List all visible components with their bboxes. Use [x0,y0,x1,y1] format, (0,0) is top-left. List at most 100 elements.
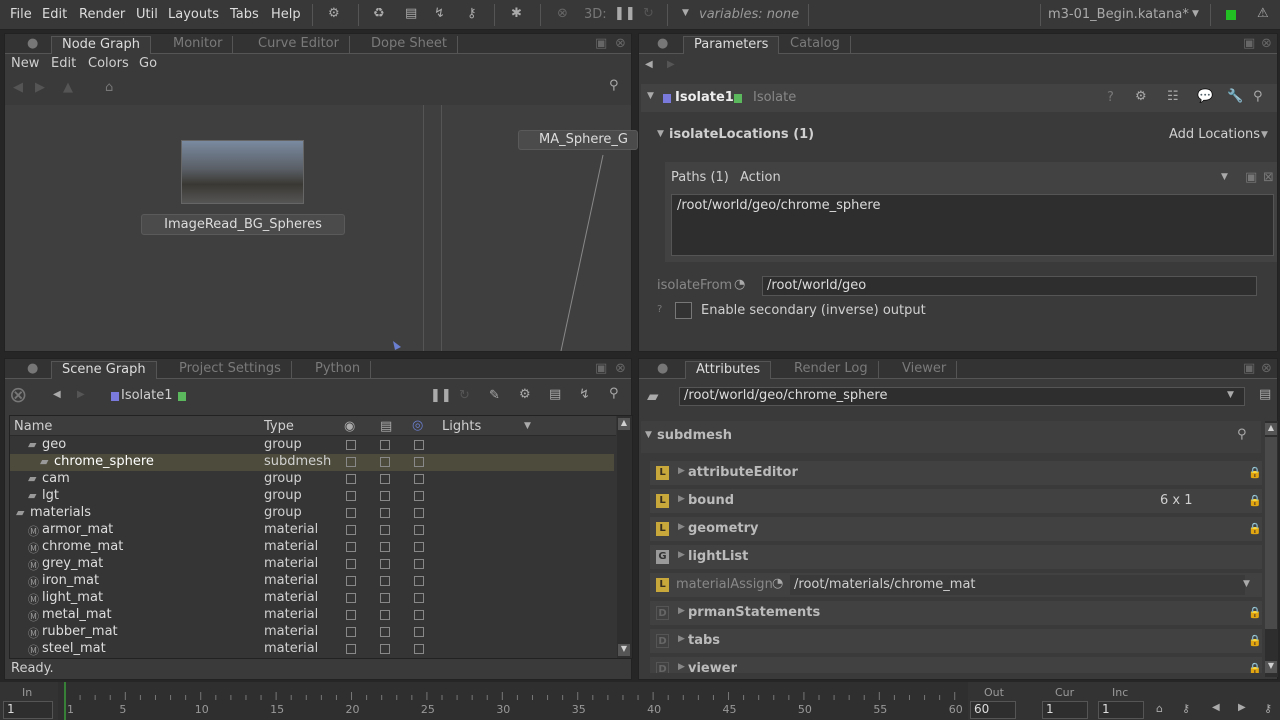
expand-icon[interactable]: ▶ [678,550,685,560]
working-set-checkbox[interactable] [414,627,424,637]
tree-row[interactable]: Ⓜ iron_mat material [10,573,614,590]
tab-dope-sheet[interactable]: Dope Sheet [361,36,458,54]
expand-icon[interactable]: ▶ [678,494,685,504]
visibility-checkbox[interactable] [346,440,356,450]
node-graph-canvas[interactable]: ImageRead_BG_Spheres MA_Sphere_G [5,105,638,351]
node-ma-sphere[interactable]: MA_Sphere_G [518,130,638,150]
render-checkbox[interactable] [380,559,390,569]
render-checkbox[interactable] [380,627,390,637]
chevron-down-icon[interactable]: ▼ [524,421,531,431]
lock-icon[interactable]: 🔒 [1248,606,1262,619]
hierarchy-icon[interactable]: ☷ [1167,89,1179,104]
atom-icon[interactable]: ✱ [511,6,522,21]
render-checkbox[interactable] [380,491,390,501]
pin-icon[interactable]: ● [657,361,668,376]
stop-icon[interactable]: ⊗ [557,6,568,21]
menu-tabs[interactable]: Tabs [230,7,259,22]
pause-icon[interactable]: ❚❚ [430,388,452,403]
attribute-row[interactable]: G ▶ lightList [650,545,1262,569]
cur-field[interactable]: 1 [1042,701,1088,719]
forward-icon[interactable]: ▶ [667,59,675,70]
visibility-checkbox[interactable] [346,542,356,552]
tab-python[interactable]: Python [305,361,372,379]
pin-icon[interactable]: ● [657,36,668,51]
chevron-down-icon[interactable]: ▼ [1227,390,1234,400]
help-icon[interactable]: ? [1107,90,1114,105]
expand-icon[interactable]: ▶ [678,662,685,672]
collapse-icon[interactable]: ▼ [647,91,654,101]
working-set-checkbox[interactable] [414,593,424,603]
tree-row[interactable]: Ⓜ metal_mat material [10,607,614,624]
menu-edit[interactable]: Edit [42,7,67,22]
expand-icon[interactable]: ▶ [678,606,685,616]
material-assign-field[interactable]: /root/materials/chrome_mat [790,575,1245,595]
attribute-row[interactable]: D ▶ prmanStatements 🔒 [650,601,1262,625]
chevron-down-icon[interactable]: ▼ [1221,172,1228,182]
attribute-row[interactable]: LmaterialAssign ◔ /root/materials/chrome… [650,573,1262,597]
in-field[interactable]: 1 [3,701,53,719]
forward-icon[interactable]: ▶ [35,80,45,95]
attribute-row[interactable]: L ▶ geometry 🔒 [650,517,1262,541]
search-icon[interactable]: ⚲ [609,78,619,93]
menu-layouts[interactable]: Layouts [168,7,219,22]
float-icon[interactable]: ▣ [595,361,607,376]
menu-go[interactable]: Go [139,56,157,71]
tree-row[interactable]: ▰ geo group [10,437,614,454]
attribute-row[interactable]: D ▶ viewer 🔒 [650,657,1262,673]
attribute-row[interactable]: D ▶ tabs 🔒 [650,629,1262,653]
node-name[interactable]: Isolate1 [675,90,734,105]
recycle-icon[interactable]: ♻ [373,6,385,21]
visibility-checkbox[interactable] [346,508,356,518]
tab-node-graph[interactable]: Node Graph [51,36,151,54]
visibility-icon[interactable]: ◉ [344,419,355,434]
working-set-checkbox[interactable] [414,457,424,467]
scrollbar[interactable]: ▲ ▼ [617,416,632,658]
tab-catalog[interactable]: Catalog [780,36,851,54]
forward-icon[interactable]: ▶ [77,389,85,400]
collapse-icon[interactable]: ▼ [657,129,664,139]
project-dropdown[interactable]: m3-01_Begin.katana* [1048,7,1189,22]
add-locations-button[interactable]: Add Locations [1169,127,1260,142]
secondary-output-checkbox[interactable] [675,302,692,319]
pause-icon[interactable]: ❚❚ [614,6,636,21]
float-icon[interactable]: ▣ [1245,170,1257,185]
chevron-down-icon[interactable]: ▼ [1261,130,1268,140]
search-icon[interactable]: ⚲ [1253,89,1263,104]
link-icon[interactable]: ◔ [772,576,783,591]
variables-dropdown[interactable]: variables: none [699,7,799,22]
lock-icon[interactable]: 🔒 [1248,522,1262,535]
visibility-checkbox[interactable] [346,491,356,501]
working-set-checkbox[interactable] [414,474,424,484]
tiles-icon[interactable]: ▰ [647,387,659,405]
render-checkbox[interactable] [380,474,390,484]
back-icon[interactable]: ◀ [645,59,653,70]
render-icon[interactable]: ▤ [380,419,392,434]
visibility-checkbox[interactable] [346,610,356,620]
render-checkbox[interactable] [380,457,390,467]
menu-colors[interactable]: Colors [88,56,129,71]
render-region-icon[interactable]: ↯ [579,387,590,402]
render-checkbox[interactable] [380,525,390,535]
float-icon[interactable]: ▣ [595,36,607,51]
action-header[interactable]: Action [740,170,781,185]
wrench-icon[interactable]: 🔧 [1227,89,1243,104]
working-set-checkbox[interactable] [414,559,424,569]
render-checkbox[interactable] [380,508,390,518]
home-icon[interactable]: ⌂ [1156,702,1163,715]
prev-key-icon[interactable]: ⚷ [1182,702,1190,715]
clapper-icon[interactable]: ▤ [549,387,561,402]
refresh-icon[interactable]: ↻ [459,388,470,403]
expand-icon[interactable]: ▶ [678,634,685,644]
tree-row[interactable]: Ⓜ armor_mat material [10,522,614,539]
render-checkbox[interactable] [380,542,390,552]
tab-parameters[interactable]: Parameters [683,36,780,54]
menu-render[interactable]: Render [79,7,125,22]
scrollbar[interactable]: ▲ ▼ [1265,421,1278,677]
working-set-checkbox[interactable] [414,576,424,586]
visibility-checkbox[interactable] [346,593,356,603]
up-icon[interactable]: ▲ [63,80,73,95]
link-icon[interactable]: ◔ [734,277,745,292]
key-icon[interactable]: ⚷ [467,6,477,21]
chevron-down-icon[interactable]: ▼ [682,8,689,18]
tree-row[interactable]: ▰ chrome_sphere subdmesh [10,454,614,471]
